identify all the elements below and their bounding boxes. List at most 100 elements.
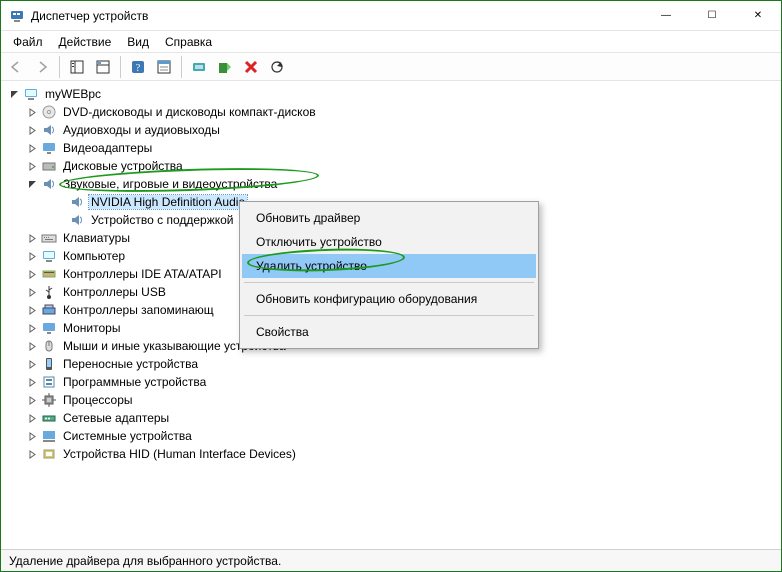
tree-category-dvd[interactable]: DVD-дисководы и дисководы компакт-дисков	[1, 103, 781, 121]
expand-icon[interactable]	[25, 267, 39, 281]
tree-category-sound[interactable]: Звуковые, игровые и видеоустройства	[1, 175, 781, 193]
expand-icon[interactable]	[25, 429, 39, 443]
tree-item-label: Устройство с поддержкой	[89, 213, 236, 227]
statusbar-text: Удаление драйвера для выбранного устройс…	[9, 554, 281, 568]
tree-item-label: Видеоадаптеры	[61, 141, 154, 155]
tree-category-audio-io[interactable]: Аудиовходы и аудиовыходы	[1, 121, 781, 139]
help-button[interactable]: ?	[126, 55, 150, 79]
expand-icon[interactable]	[25, 249, 39, 263]
monitor-icon	[41, 140, 57, 156]
tree-item-label: Клавиатуры	[61, 231, 132, 245]
toolbar-separator	[120, 56, 121, 78]
expand-icon[interactable]	[25, 231, 39, 245]
expand-icon[interactable]	[25, 357, 39, 371]
tree-item-label: NVIDIA High Definition Audio	[89, 195, 247, 209]
window-title: Диспетчер устройств	[31, 9, 643, 23]
tree-item-label: Устройства HID (Human Interface Devices)	[61, 447, 298, 461]
toolbar: ?	[1, 53, 781, 81]
expand-icon[interactable]	[25, 285, 39, 299]
tree-item-label: Аудиовходы и аудиовыходы	[61, 123, 222, 137]
tree-item-label: Процессоры	[61, 393, 135, 407]
uninstall-device-button[interactable]	[239, 55, 263, 79]
minimize-button[interactable]: —	[643, 1, 689, 30]
disc-icon	[41, 104, 57, 120]
toolbar-separator	[181, 56, 182, 78]
titlebar: Диспетчер устройств — ☐ ✕	[1, 1, 781, 31]
back-button[interactable]	[4, 55, 28, 79]
tree-root-node[interactable]: myWEBpc	[1, 85, 781, 103]
expand-icon[interactable]	[25, 321, 39, 335]
menu-help[interactable]: Справка	[157, 33, 220, 51]
expand-icon[interactable]	[25, 159, 39, 173]
context-menu-separator	[244, 315, 534, 316]
expand-icon[interactable]	[25, 447, 39, 461]
tree-category-portable[interactable]: Переносные устройства	[1, 355, 781, 373]
app-icon	[9, 8, 25, 24]
context-menu-disable-device[interactable]: Отключить устройство	[242, 230, 536, 254]
mouse-icon	[41, 338, 57, 354]
expand-icon[interactable]	[25, 303, 39, 317]
expand-icon[interactable]	[25, 105, 39, 119]
cpu-icon	[41, 392, 57, 408]
tree-item-label: myWEBpc	[43, 87, 103, 101]
window-controls: — ☐ ✕	[643, 1, 781, 30]
tree-category-software[interactable]: Программные устройства	[1, 373, 781, 391]
show-hide-console-tree-button[interactable]	[65, 55, 89, 79]
tree-item-label: DVD-дисководы и дисководы компакт-дисков	[61, 105, 318, 119]
scan-hardware-button[interactable]	[265, 55, 289, 79]
usb-icon	[41, 284, 57, 300]
portable-icon	[41, 356, 57, 372]
tree-item-label: Программные устройства	[61, 375, 208, 389]
context-menu-uninstall-device[interactable]: Удалить устройство	[242, 254, 536, 278]
keyboard-icon	[41, 230, 57, 246]
expand-icon[interactable]	[25, 339, 39, 353]
tree-item-label: Сетевые адаптеры	[61, 411, 171, 425]
menu-view[interactable]: Вид	[119, 33, 157, 51]
forward-button[interactable]	[30, 55, 54, 79]
tree-item-label: Системные устройства	[61, 429, 194, 443]
context-menu-scan-hardware[interactable]: Обновить конфигурацию оборудования	[242, 287, 536, 311]
expand-icon[interactable]	[25, 411, 39, 425]
menu-action[interactable]: Действие	[51, 33, 120, 51]
svg-text:?: ?	[136, 63, 141, 74]
tree-item-label: Переносные устройства	[61, 357, 200, 371]
speaker-icon	[69, 212, 85, 228]
enable-device-button[interactable]	[213, 55, 237, 79]
collapse-icon[interactable]	[7, 87, 21, 101]
device-tree-pane[interactable]: myWEBpc DVD-дисководы и дисководы компакт…	[1, 81, 781, 549]
expand-icon[interactable]	[25, 393, 39, 407]
expand-icon[interactable]	[25, 141, 39, 155]
maximize-button[interactable]: ☐	[689, 1, 735, 30]
tree-item-label: Контроллеры USB	[61, 285, 168, 299]
tree-item-label: Звуковые, игровые и видеоустройства	[61, 177, 279, 191]
expand-icon[interactable]	[25, 375, 39, 389]
context-menu-update-driver[interactable]: Обновить драйвер	[242, 206, 536, 230]
speaker-icon	[41, 176, 57, 192]
tree-item-label: Контроллеры запоминающ	[61, 303, 216, 317]
speaker-icon	[69, 194, 85, 210]
hid-icon	[41, 446, 57, 462]
collapse-icon[interactable]	[25, 177, 39, 191]
system-icon	[41, 428, 57, 444]
context-menu-properties[interactable]: Свойства	[242, 320, 536, 344]
tree-category-disks[interactable]: Дисковые устройства	[1, 157, 781, 175]
statusbar: Удаление драйвера для выбранного устройс…	[1, 549, 781, 571]
tree-category-system[interactable]: Системные устройства	[1, 427, 781, 445]
device-properties-button[interactable]	[152, 55, 176, 79]
update-driver-button[interactable]	[187, 55, 211, 79]
tree-category-video[interactable]: Видеоадаптеры	[1, 139, 781, 157]
properties-sheet-button[interactable]	[91, 55, 115, 79]
tree-category-hid[interactable]: Устройства HID (Human Interface Devices)	[1, 445, 781, 463]
tree-item-label: Компьютер	[61, 249, 127, 263]
context-menu-separator	[244, 282, 534, 283]
tree-category-network[interactable]: Сетевые адаптеры	[1, 409, 781, 427]
toolbar-separator	[59, 56, 60, 78]
device-manager-window: Диспетчер устройств — ☐ ✕ Файл Действие …	[1, 1, 781, 571]
menu-file[interactable]: Файл	[5, 33, 51, 51]
ide-icon	[41, 266, 57, 282]
expand-icon[interactable]	[25, 123, 39, 137]
tree-category-cpu[interactable]: Процессоры	[1, 391, 781, 409]
menubar: Файл Действие Вид Справка	[1, 31, 781, 53]
network-icon	[41, 410, 57, 426]
close-button[interactable]: ✕	[735, 1, 781, 30]
